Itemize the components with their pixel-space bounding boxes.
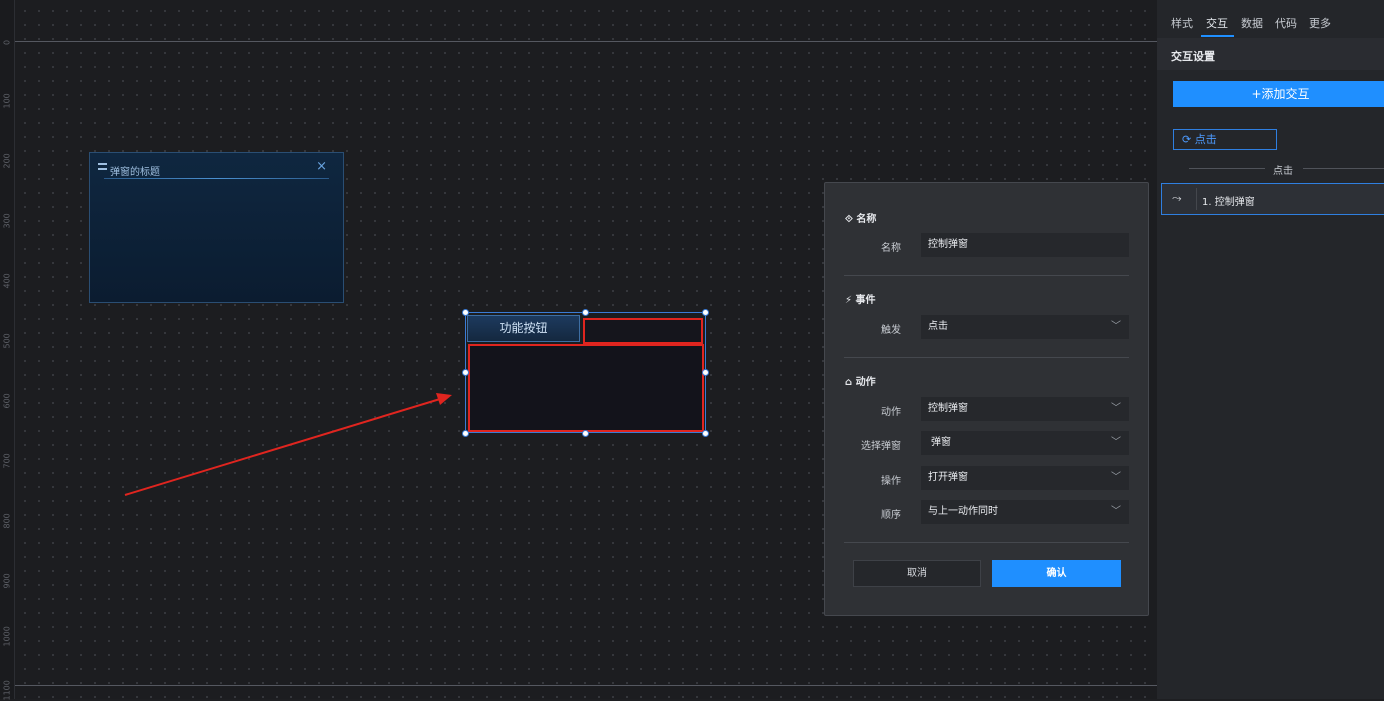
select-popup-label: 选择弹窗 (861, 441, 901, 452)
tab-code[interactable]: 代码 (1275, 15, 1297, 31)
name-label: 名称 (881, 243, 901, 254)
select-popup-value: 弹窗 (931, 437, 951, 448)
divider (1196, 188, 1197, 210)
select-popup-select[interactable]: 弹窗 ﹀ (921, 431, 1129, 455)
action-label: 动作 (881, 407, 901, 418)
divider (1189, 168, 1265, 169)
trigger-chip-label: 点击 (1194, 133, 1217, 146)
property-panel: 样式 交互 数据 代码 更多 交互设置 +添加交互 ⟳ 点击 点击 ⤳ 1. 控… (1157, 0, 1384, 699)
group-action-heading: ⌂ 动作 (845, 377, 876, 388)
panel-tabs: 样式 交互 数据 代码 更多 (1157, 0, 1384, 39)
tab-interaction[interactable]: 交互 (1206, 15, 1228, 31)
divider (844, 357, 1129, 358)
group-name-heading: ⟐ 名称 (845, 214, 877, 225)
divider (1303, 168, 1384, 169)
order-label: 顺序 (881, 510, 901, 521)
trigger-label: 触发 (881, 325, 901, 336)
divider (844, 275, 1129, 276)
chevron-down-icon: ﹀ (1111, 403, 1121, 414)
confirm-button[interactable]: 确认 (992, 560, 1121, 587)
action-list-item[interactable]: ⤳ 1. 控制弹窗 (1161, 183, 1384, 215)
flow-icon: ⤳ (1172, 191, 1182, 205)
trigger-select[interactable]: 点击 ﹀ (921, 315, 1129, 339)
chevron-down-icon: ﹀ (1111, 472, 1121, 483)
group-event-heading: ⚡ 事件 (845, 295, 876, 306)
order-value: 与上一动作同时 (928, 506, 998, 517)
operation-select[interactable]: 打开弹窗 ﹀ (921, 466, 1129, 490)
chevron-down-icon: ﹀ (1111, 506, 1121, 517)
action-value: 控制弹窗 (928, 403, 968, 414)
action-item-label: 1. 控制弹窗 (1202, 197, 1255, 208)
tab-data[interactable]: 数据 (1241, 15, 1263, 31)
chevron-down-icon: ﹀ (1111, 321, 1121, 332)
trigger-value: 点击 (928, 321, 948, 332)
interaction-dialog: ⟐ 名称 名称 控制弹窗 ⚡ 事件 触发 点击 ﹀ ⌂ 动作 动作 控制弹窗 ﹀ 选… (824, 182, 1149, 616)
chevron-down-icon: ﹀ (1111, 437, 1121, 448)
action-select[interactable]: 控制弹窗 ﹀ (921, 397, 1129, 421)
active-tab-indicator (1201, 35, 1234, 37)
tab-more[interactable]: 更多 (1309, 15, 1331, 31)
trigger-chip[interactable]: ⟳ 点击 (1173, 129, 1277, 150)
trigger-group-label: 点击 (1273, 166, 1293, 177)
order-select[interactable]: 与上一动作同时 ﹀ (921, 500, 1129, 524)
add-interaction-button[interactable]: +添加交互 (1173, 81, 1384, 107)
name-input[interactable]: 控制弹窗 (921, 233, 1129, 257)
section-title: 交互设置 (1171, 50, 1215, 63)
tab-style[interactable]: 样式 (1171, 15, 1193, 31)
operation-label: 操作 (881, 476, 901, 487)
cancel-button[interactable]: 取消 (853, 560, 981, 587)
operation-value: 打开弹窗 (928, 472, 968, 483)
divider (844, 542, 1129, 543)
